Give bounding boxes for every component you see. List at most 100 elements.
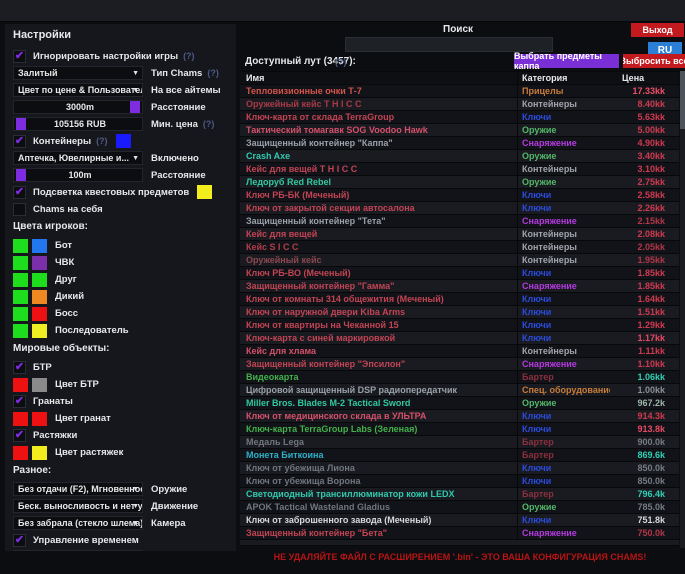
table-row[interactable]: Ключ от медицинского склада в УЛЬТРАКлюч…: [240, 410, 679, 423]
color-swatch[interactable]: [32, 446, 47, 460]
table-row[interactable]: Ключ от квартиры на Чеканной 15Ключи1.29…: [240, 319, 679, 332]
table-row[interactable]: Светодиодный трансиллюминатор кожи LEDXБ…: [240, 488, 679, 501]
checkbox[interactable]: ✔: [13, 534, 26, 547]
color-swatch[interactable]: [197, 185, 212, 199]
dropdown-select[interactable]: Беск. выносливость и нет уста▼: [13, 499, 143, 513]
table-row[interactable]: Ледоруб Red RebelОружие2.75kk: [240, 176, 679, 189]
colors-row: ЧВК: [13, 255, 228, 270]
color-swatch[interactable]: [13, 273, 28, 287]
item-name: Ключ РБ-БК (Меченый): [240, 189, 518, 202]
checkbox[interactable]: ✔: [13, 429, 26, 442]
table-row[interactable]: Miller Bros. Blades M-2 Tactical SwordОр…: [240, 397, 679, 410]
color-swatch[interactable]: [116, 134, 131, 148]
color-swatch[interactable]: [32, 273, 47, 287]
table-row[interactable]: Кейс для хламаКонтейнеры1.11kk: [240, 345, 679, 358]
color-swatch[interactable]: [32, 307, 47, 321]
slider-handle[interactable]: [130, 101, 140, 113]
color-swatch[interactable]: [32, 290, 47, 304]
checkbox[interactable]: ✔: [13, 395, 26, 408]
table-row[interactable]: Кейс для вещей T H I C CКонтейнеры3.10kk: [240, 163, 679, 176]
dropdown-select[interactable]: Залитый▼: [13, 66, 143, 80]
item-name: Видеокарта: [240, 371, 518, 384]
table-row[interactable]: Ключ от заброшенного завода (Меченый)Клю…: [240, 514, 679, 527]
slider-control[interactable]: 105156 RUB: [13, 117, 143, 131]
color-swatch[interactable]: [32, 378, 47, 392]
slider-control[interactable]: 100m: [13, 168, 143, 182]
select-kappa-items-button[interactable]: Выбрать предметы каппа: [514, 54, 619, 68]
item-category: Контейнеры: [518, 229, 610, 239]
slider-handle[interactable]: [16, 169, 26, 181]
item-category: Прицелы: [518, 86, 610, 96]
search-input[interactable]: [345, 37, 553, 52]
color-swatch[interactable]: [13, 446, 28, 460]
table-row[interactable]: Ключ РБ-ВО (Меченый)Ключи1.85kk: [240, 267, 679, 280]
table-row[interactable]: Ключ-карта от склада TerraGroupКлючи5.63…: [240, 111, 679, 124]
table-row[interactable]: Медаль LegaБартер900.0k: [240, 436, 679, 449]
table-row[interactable]: Защищенный контейнер "Тета"Снаряжение2.1…: [240, 215, 679, 228]
table-row[interactable]: Ключ-карта TerraGroup Labs (Зеленая)Ключ…: [240, 423, 679, 436]
table-row[interactable]: Защищенный контейнер "Эпсилон"Снаряжение…: [240, 358, 679, 371]
color-swatch[interactable]: [13, 324, 28, 338]
table-row[interactable]: Ключ РБ-БК (Меченый)Ключи2.58kk: [240, 189, 679, 202]
item-price: 2.05kk: [610, 242, 679, 252]
table-row[interactable]: Защищенный контейнер "Бета"Снаряжение750…: [240, 527, 679, 540]
dropdown-row: Аптечка, Ювелирные и...▼Включено: [13, 151, 228, 165]
exit-button[interactable]: Выход: [631, 23, 684, 37]
loot-table-scrollbar[interactable]: [680, 71, 685, 548]
slider-handle[interactable]: [16, 118, 26, 130]
color-swatch[interactable]: [32, 324, 47, 338]
item-name: Защищенный контейнер "Каппа": [240, 137, 518, 150]
slider-control[interactable]: 21h: [13, 550, 143, 551]
checkbox[interactable]: ✔: [13, 50, 26, 63]
color-swatch[interactable]: [13, 378, 28, 392]
item-name: Ключ-карта от склада TerraGroup: [240, 111, 518, 124]
checkbox-row: ✔Растяжки: [13, 428, 228, 442]
item-price: 2.58kk: [610, 190, 679, 200]
table-row[interactable]: Кейс для вещейКонтейнеры2.08kk: [240, 228, 679, 241]
item-name: Кейс S I C C: [240, 241, 518, 254]
table-row[interactable]: Crash AxeОружие3.40kk: [240, 150, 679, 163]
table-row[interactable]: Тактический томагавк SOG Voodoo HawkОруж…: [240, 124, 679, 137]
item-price: 900.0k: [610, 437, 679, 447]
slider-control[interactable]: 3000m: [13, 100, 143, 114]
checkbox[interactable]: [13, 203, 26, 216]
scrollbar-thumb[interactable]: [680, 71, 685, 129]
dropdown-select[interactable]: Аптечка, Ювелирные и...▼: [13, 151, 143, 165]
table-row[interactable]: Оружейный кейсКонтейнеры1.95kk: [240, 254, 679, 267]
color-swatch[interactable]: [13, 307, 28, 321]
table-row[interactable]: Ключ от убежища ЛионаКлючи850.0k: [240, 462, 679, 475]
table-row[interactable]: Ключ от закрытой секции автосалонаКлючи2…: [240, 202, 679, 215]
color-swatch[interactable]: [13, 412, 28, 426]
color-swatch[interactable]: [32, 239, 47, 253]
slider-value: 105156 RUB: [14, 119, 142, 129]
dump-all-button[interactable]: Выбросить все: [623, 54, 685, 68]
dropdown-select[interactable]: Без отдачи (F2), Мгновенное п▼: [13, 482, 143, 496]
color-swatch[interactable]: [13, 290, 28, 304]
table-row[interactable]: Ключ-карта с синей маркировкойКлючи1.17k…: [240, 332, 679, 345]
checkbox[interactable]: ✔: [13, 186, 26, 199]
dropdown-select[interactable]: Без забрала (стекло шлема)▼: [13, 516, 143, 530]
color-swatch[interactable]: [13, 239, 28, 253]
table-row[interactable]: Защищенный контейнер "Гамма"Снаряжение1.…: [240, 280, 679, 293]
checkbox[interactable]: ✔: [13, 361, 26, 374]
dropdown-select[interactable]: Цвет по цене & Пользователь▼: [13, 83, 143, 97]
table-row[interactable]: Ключ от убежища ВоронаКлючи850.0k: [240, 475, 679, 488]
item-category: Оружие: [518, 177, 610, 187]
table-row[interactable]: Монета БиткоинаБартер869.6k: [240, 449, 679, 462]
color-swatch[interactable]: [13, 256, 28, 270]
color-swatch[interactable]: [32, 412, 47, 426]
hint-icon: (?): [183, 51, 195, 61]
item-category: Ключи: [518, 190, 610, 200]
table-row[interactable]: Цифровой защищенный DSP радиопередатчикС…: [240, 384, 679, 397]
table-row[interactable]: Кейс S I C CКонтейнеры2.05kk: [240, 241, 679, 254]
table-row[interactable]: Оружейный кейс T H I C CКонтейнеры8.40kk: [240, 98, 679, 111]
table-row[interactable]: Ключ от комнаты 314 общежития (Меченый)К…: [240, 293, 679, 306]
item-category: Ключи: [518, 515, 610, 525]
checkbox[interactable]: ✔: [13, 135, 26, 148]
table-row[interactable]: Защищенный контейнер "Каппа"Снаряжение4.…: [240, 137, 679, 150]
color-swatch[interactable]: [32, 256, 47, 270]
table-row[interactable]: ВидеокартаБартер1.06kk: [240, 371, 679, 384]
table-row[interactable]: Тепловизионные очки Т-7Прицелы17.33kk: [240, 85, 679, 98]
table-row[interactable]: Ключ от наружной двери Kiba ArmsКлючи1.5…: [240, 306, 679, 319]
table-row[interactable]: APOK Tactical Wasteland GladiusОружие785…: [240, 501, 679, 514]
